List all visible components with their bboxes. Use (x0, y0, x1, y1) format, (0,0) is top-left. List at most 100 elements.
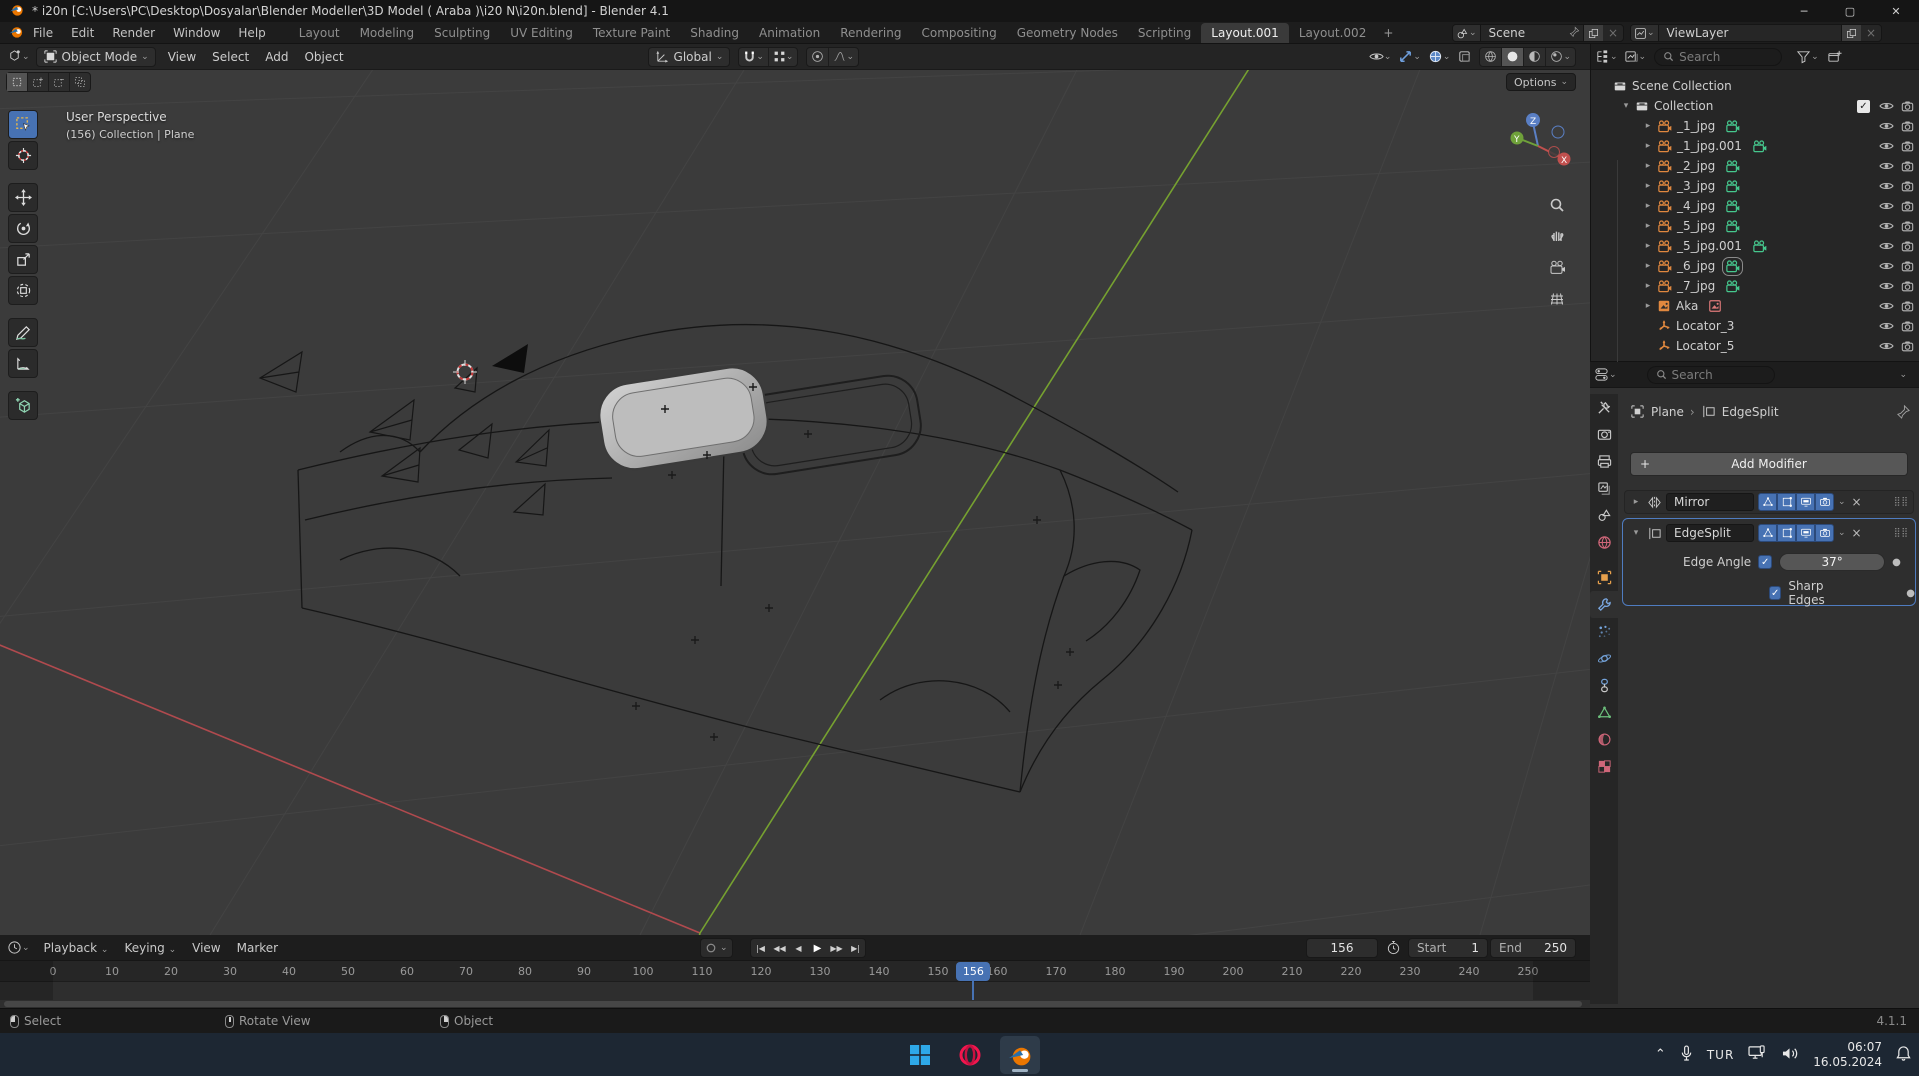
expand-caret-icon[interactable]: ▸ (1641, 161, 1655, 171)
outliner-item-label[interactable]: _5_jpg (1677, 219, 1715, 233)
modifier-extras-chevron-icon[interactable]: ⌄ (1838, 497, 1846, 507)
microphone-icon[interactable] (1680, 1044, 1693, 1065)
xray-toggle-icon[interactable] (1457, 49, 1472, 64)
add-modifier-button[interactable]: + Add Modifier (1630, 452, 1908, 476)
outliner-row--5-jpg[interactable]: ▸ _5_jpg (1591, 216, 1919, 236)
workspace-tab-layout-001[interactable]: Layout.001 (1201, 22, 1289, 43)
hide-eye-icon[interactable] (1879, 300, 1894, 312)
expand-caret-icon[interactable]: ▸ (1641, 201, 1655, 211)
frame-start-field[interactable]: Start 1 (1408, 938, 1488, 958)
modifier-name-field[interactable]: Mirror (1666, 493, 1754, 511)
mode-dropdown[interactable]: Object Mode ⌄ (35, 46, 156, 67)
timeline-menu-marker[interactable]: Marker (229, 941, 286, 955)
modifier-extras-chevron-icon[interactable]: ⌄ (1838, 528, 1846, 538)
menu-edit[interactable]: Edit (62, 24, 103, 42)
properties-editor-type-icon[interactable] (1594, 367, 1609, 382)
shading-rendered-icon[interactable]: ⌄ (1545, 47, 1575, 66)
camera-data-icon[interactable] (1722, 256, 1744, 276)
disable-render-camera-icon[interactable] (1901, 120, 1914, 132)
modifier-panel-mirror[interactable]: ▸ Mirror ⌄ × ⣿⣿ (1624, 490, 1914, 514)
outliner-row-scene-collection[interactable]: Scene Collection (1591, 76, 1919, 96)
filter-funnel-icon[interactable] (1796, 49, 1811, 64)
gizmos-toggle[interactable]: ⌄ (1398, 49, 1421, 64)
outliner-row--1-jpg-001[interactable]: ▸ _1_jpg.001 (1591, 136, 1919, 156)
collection-checkbox[interactable]: ✓ (1857, 99, 1870, 113)
object-visibility-dropdown[interactable]: ⌄ (1369, 49, 1391, 64)
outliner-search-input[interactable]: Search (1654, 47, 1783, 66)
viewport-pan-hand-icon[interactable] (1546, 224, 1568, 246)
view-layer-selector[interactable]: ⌄ ViewLayer × (1630, 24, 1882, 42)
notification-bell-icon[interactable] (1896, 1045, 1911, 1065)
options-button[interactable]: Options ⌄ (1506, 73, 1576, 91)
select-mode-extend-icon[interactable] (27, 73, 48, 91)
viewport-menu-add[interactable]: Add (257, 50, 296, 64)
outliner-row--3-jpg[interactable]: ▸ _3_jpg (1591, 176, 1919, 196)
outliner-item-label[interactable]: _6_jpg (1677, 259, 1715, 273)
properties-tab-texture[interactable] (1590, 753, 1618, 780)
outliner-row-aka[interactable]: ▸ Aka (1591, 296, 1919, 316)
workspace-tab-animation[interactable]: Animation (749, 23, 830, 43)
properties-tab-particles[interactable] (1590, 618, 1618, 645)
collapse-chevron-icon[interactable]: ▾ (1629, 528, 1643, 538)
outliner-item-label[interactable]: Locator_5 (1676, 339, 1734, 353)
playhead-line[interactable] (972, 981, 975, 1000)
properties-tab-render[interactable] (1590, 421, 1618, 448)
hide-eye-icon[interactable] (1879, 220, 1894, 232)
expand-caret-icon[interactable]: ▸ (1641, 241, 1655, 251)
scene-name[interactable]: Scene (1481, 26, 1566, 40)
view-layer-icon[interactable]: ⌄ (1631, 25, 1659, 41)
properties-tab-object-data[interactable] (1590, 699, 1618, 726)
tool-select-box[interactable] (8, 110, 38, 139)
camera-data-icon[interactable] (1725, 159, 1740, 173)
outliner-row-locator-3[interactable]: Locator_3 (1591, 316, 1919, 336)
workspace-tab-layout-002[interactable]: Layout.002 (1289, 23, 1377, 43)
disable-render-camera-icon[interactable] (1901, 160, 1914, 172)
properties-tab-tool[interactable] (1590, 394, 1618, 421)
outliner-row-locator-5[interactable]: Locator_5 (1591, 336, 1919, 356)
outliner-item-label[interactable]: _1_jpg.001 (1677, 139, 1742, 153)
view-layer-remove-icon[interactable]: × (1861, 26, 1881, 40)
hide-eye-icon[interactable] (1879, 240, 1894, 252)
camera-data-icon[interactable] (1725, 279, 1740, 293)
snap-magnet-icon[interactable]: ⌄ (739, 48, 768, 66)
playhead-frame-badge[interactable]: 156 (956, 962, 991, 981)
close-button[interactable]: ✕ (1873, 0, 1919, 22)
timeline-menu-playback[interactable]: Playback ⌄ (36, 941, 117, 955)
speaker-icon[interactable] (1781, 1046, 1799, 1064)
tool-rotate[interactable] (8, 214, 38, 243)
disable-render-camera-icon[interactable] (1901, 140, 1914, 152)
disable-render-camera-icon[interactable] (1901, 100, 1914, 112)
new-collection-icon[interactable] (1827, 49, 1842, 64)
outliner-item-label[interactable]: _3_jpg (1677, 179, 1715, 193)
properties-tab-view-layer[interactable] (1590, 475, 1618, 502)
image-data-icon[interactable] (1708, 299, 1722, 313)
menu-file[interactable]: File (24, 24, 62, 42)
edge-angle-animate-dot[interactable]: ● (1892, 557, 1901, 568)
scene-duplicate-icon[interactable] (1582, 25, 1603, 41)
disable-render-camera-icon[interactable] (1901, 260, 1914, 272)
modifier-close-icon[interactable]: × (1850, 495, 1864, 509)
outliner-item-label[interactable]: _2_jpg (1677, 159, 1715, 173)
toggle-on-cage-icon[interactable] (1758, 524, 1777, 542)
properties-tab-output[interactable] (1590, 448, 1618, 475)
tray-chevron-up-icon[interactable]: ⌃ (1655, 1047, 1666, 1062)
toggle-on-cage-icon[interactable] (1758, 493, 1777, 511)
modifier-drag-grip-icon[interactable]: ⣿⣿ (1894, 497, 1909, 507)
hide-eye-icon[interactable] (1879, 340, 1894, 352)
scene-icon[interactable]: ⌄ (1453, 25, 1481, 41)
viewport-camera-view-icon[interactable] (1546, 256, 1568, 278)
pin-icon[interactable] (1566, 26, 1583, 40)
breadcrumb-modifier[interactable]: EdgeSplit (1722, 405, 1779, 419)
proportional-falloff-icon[interactable]: ⌄ (828, 47, 858, 66)
workspace-tab-texture paint[interactable]: Texture Paint (583, 23, 680, 43)
workspace-tab-sculpting[interactable]: Sculpting (424, 23, 500, 43)
disable-render-camera-icon[interactable] (1901, 300, 1914, 312)
properties-tab-modifiers[interactable] (1590, 591, 1618, 618)
add-workspace-button[interactable]: + (1376, 23, 1400, 43)
hide-eye-icon[interactable] (1879, 260, 1894, 272)
workspace-tab-modeling[interactable]: Modeling (350, 23, 425, 43)
outliner-row--6-jpg[interactable]: ▸ _6_jpg (1591, 256, 1919, 276)
disable-render-camera-icon[interactable] (1901, 280, 1914, 292)
frame-end-field[interactable]: End 250 (1490, 938, 1576, 958)
workspace-tab-layout[interactable]: Layout (289, 23, 350, 43)
